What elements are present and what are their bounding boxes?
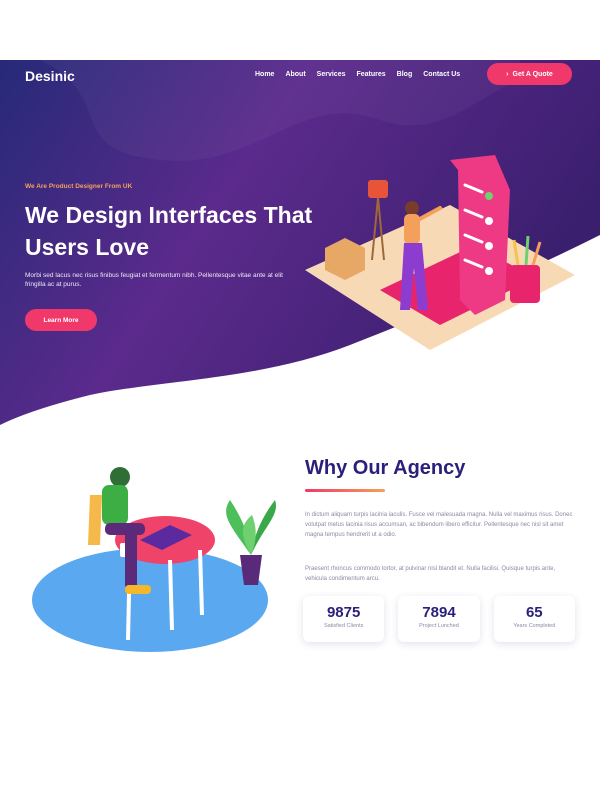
stat-card-years: 65 Years Completed bbox=[493, 596, 575, 642]
nav-menu: Home About Services Features Blog Contac… bbox=[255, 71, 460, 78]
hero-eyebrow: We Are Product Designer From UK bbox=[25, 183, 133, 190]
nav-item-blog[interactable]: Blog bbox=[397, 71, 413, 78]
stat-value: 7894 bbox=[422, 604, 456, 621]
person-head bbox=[405, 201, 419, 215]
stat-value: 65 bbox=[525, 604, 543, 621]
check-dot bbox=[485, 192, 493, 200]
nav-item-about[interactable]: About bbox=[285, 71, 305, 78]
get-quote-button[interactable]: › Get A Quote bbox=[487, 63, 572, 85]
person-torso bbox=[102, 485, 128, 525]
agency-title: Why Our Agency bbox=[305, 457, 466, 479]
hero-description: Morbi sed lacus nec risus finibus feugia… bbox=[25, 272, 283, 288]
stat-card-projects: 7894 Project Lunched bbox=[398, 596, 480, 642]
nav-item-contact[interactable]: Contact Us bbox=[423, 71, 460, 78]
hero-illustration bbox=[305, 155, 575, 350]
chevron-right-icon: › bbox=[506, 70, 509, 78]
stat-label: Satisfied Clients bbox=[323, 623, 364, 629]
brand-logo[interactable]: Desinic bbox=[25, 68, 75, 84]
lamp-shade bbox=[368, 180, 388, 198]
title-accent-bar bbox=[305, 489, 385, 492]
stat-card-clients: 9875 Satisfied Clients bbox=[303, 596, 385, 642]
get-quote-label: Get A Quote bbox=[512, 70, 553, 78]
nav-item-home[interactable]: Home bbox=[255, 71, 274, 78]
hero-headline: We Design Interfaces That Users Love bbox=[25, 202, 313, 260]
floor-circle bbox=[32, 548, 268, 652]
top-navigation: Desinic Home About Services Features Blo… bbox=[0, 60, 600, 92]
check-dot bbox=[485, 217, 493, 225]
agency-illustration bbox=[32, 467, 276, 652]
stat-value: 9875 bbox=[326, 604, 361, 621]
check-dot bbox=[485, 267, 493, 275]
stat-label: Years Completed bbox=[513, 623, 556, 629]
landing-page: Desinic Home About Services Features Blo… bbox=[0, 0, 600, 800]
stats-row: 9875 Satisfied Clients 7894 Project Lunc… bbox=[303, 596, 575, 642]
learn-more-button[interactable]: Learn More bbox=[25, 309, 97, 331]
nav-item-features[interactable]: Features bbox=[356, 71, 385, 78]
stat-label: Project Lunched bbox=[419, 623, 459, 629]
agency-paragraph-1: In dictum aliquam turpis lacinia iaculis… bbox=[305, 512, 573, 538]
chair bbox=[88, 495, 102, 545]
person-head bbox=[110, 467, 130, 487]
nav-item-services[interactable]: Services bbox=[317, 71, 346, 78]
check-dot bbox=[485, 242, 493, 250]
agency-paragraph-2: Praesent rhoncus commodo tortor, at pulv… bbox=[305, 566, 556, 582]
pencil-cup bbox=[510, 265, 540, 303]
